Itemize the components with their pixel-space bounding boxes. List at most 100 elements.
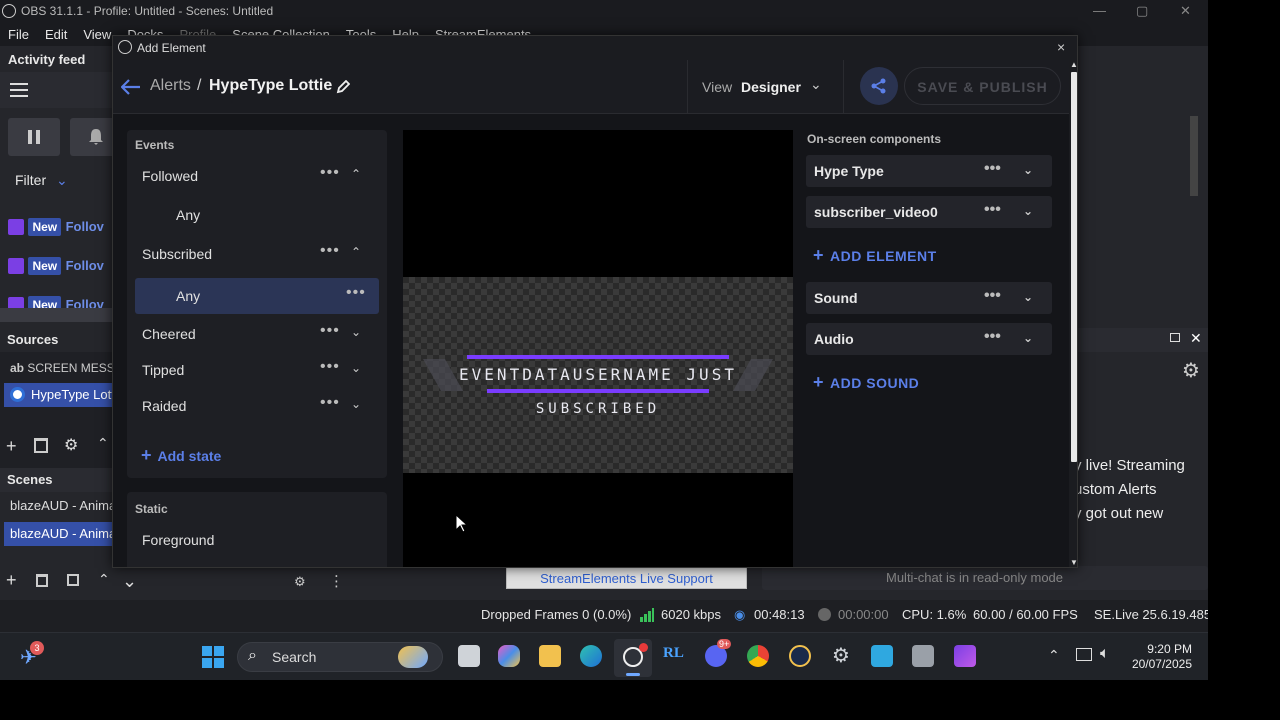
trash-icon[interactable]: [36, 574, 48, 587]
more-options-icon[interactable]: ⋮: [329, 572, 344, 590]
edge-icon[interactable]: [580, 645, 602, 667]
filter-scene-icon[interactable]: [67, 574, 79, 586]
more-options-icon[interactable]: •••: [320, 242, 340, 260]
chevron-up-icon[interactable]: ⌃: [98, 571, 110, 588]
chevron-down-icon[interactable]: ⌄: [351, 397, 361, 411]
app-icon[interactable]: [789, 645, 811, 667]
chevron-down-icon[interactable]: ⌄: [351, 325, 361, 339]
pause-feed-button[interactable]: [8, 118, 60, 156]
more-options-icon[interactable]: •••: [320, 164, 340, 182]
chevron-down-icon[interactable]: ⌄: [1023, 163, 1033, 177]
add-element-button[interactable]: + ADD ELEMENT: [813, 245, 937, 266]
add-scene-button[interactable]: +: [6, 570, 17, 591]
add-sound-button[interactable]: + ADD SOUND: [813, 372, 919, 393]
chevron-down-icon[interactable]: ⌄: [810, 76, 822, 93]
hamburger-menu-icon[interactable]: [10, 83, 28, 97]
chevron-down-icon[interactable]: ⌄: [1023, 290, 1033, 304]
alert-preview-canvas[interactable]: EVENTDATAUSERNAME JUST SUBSCRIBED: [403, 130, 793, 567]
scene-item[interactable]: blazeAUD - Anima: [10, 498, 116, 513]
back-arrow-icon[interactable]: [121, 79, 141, 95]
feed-horizontal-scrollbar[interactable]: [0, 308, 112, 322]
close-window-button[interactable]: ✕: [1180, 3, 1191, 19]
state-any[interactable]: Any: [135, 197, 379, 233]
scene-item-selected[interactable]: blazeAUD - Anima: [4, 522, 116, 546]
menu-file[interactable]: File: [8, 27, 29, 42]
more-options-icon[interactable]: •••: [984, 287, 1001, 305]
component-audio[interactable]: Audio ••• ⌄: [806, 323, 1052, 355]
chevron-down-icon[interactable]: ⌄: [351, 361, 361, 375]
more-options-icon[interactable]: •••: [984, 328, 1001, 346]
app-window-icon[interactable]: [912, 645, 934, 667]
add-state-button[interactable]: + Add state: [141, 445, 221, 466]
more-options-icon[interactable]: •••: [320, 322, 340, 340]
chevron-down-icon[interactable]: ⌄: [1023, 331, 1033, 345]
mixer-settings-icon[interactable]: ⚙: [294, 574, 306, 590]
chrome-icon[interactable]: [747, 645, 769, 667]
component-hype-type[interactable]: Hype Type ••• ⌄: [806, 155, 1052, 187]
dialog-close-button[interactable]: ×: [1057, 39, 1065, 55]
view-mode-select[interactable]: Designer: [741, 79, 801, 95]
network-icon[interactable]: [1076, 648, 1092, 661]
windows-start-icon[interactable]: [202, 646, 224, 668]
breadcrumb-alerts-link[interactable]: Alerts: [150, 77, 191, 95]
settings-gear-icon[interactable]: ⚙: [830, 645, 852, 667]
scroll-up-arrow-icon[interactable]: ▲: [1070, 60, 1077, 69]
task-view-icon[interactable]: [458, 645, 480, 667]
feed-item[interactable]: New Follov: [8, 218, 104, 236]
notepad-icon[interactable]: [871, 645, 893, 667]
chevron-up-icon[interactable]: ⌃: [97, 435, 109, 452]
event-followed[interactable]: Followed ••• ⌃: [135, 158, 379, 194]
chevron-up-icon[interactable]: ⌃: [1048, 647, 1060, 664]
popout-icon[interactable]: [1170, 333, 1180, 342]
feed-item[interactable]: New Follov: [8, 296, 104, 308]
component-sound[interactable]: Sound ••• ⌄: [806, 282, 1052, 314]
chevron-up-icon[interactable]: ⌃: [351, 167, 361, 181]
dialog-scrollbar[interactable]: ▲ ▼: [1069, 60, 1077, 567]
event-raided[interactable]: Raided ••• ⌄: [135, 388, 379, 424]
source-item-selected[interactable]: HypeType Lott: [4, 383, 115, 407]
static-foreground-item[interactable]: Foreground: [142, 532, 214, 548]
more-options-icon[interactable]: •••: [320, 394, 340, 412]
clock[interactable]: 9:20 PM 20/07/2025: [1128, 642, 1192, 672]
share-button[interactable]: [860, 67, 898, 105]
notifications-button[interactable]: [70, 118, 112, 156]
clip-editor-icon[interactable]: [954, 645, 976, 667]
rl-app-icon[interactable]: RL: [663, 645, 685, 667]
gear-icon[interactable]: ⚙: [64, 435, 78, 455]
more-options-icon[interactable]: •••: [984, 201, 1001, 219]
minimize-button[interactable]: —: [1093, 3, 1106, 18]
filter-dropdown[interactable]: Filter ⌄: [15, 172, 68, 189]
feed-item[interactable]: New Follov: [8, 257, 104, 275]
chevron-up-icon[interactable]: ⌃: [351, 245, 361, 259]
chevron-down-icon[interactable]: ⌄: [122, 571, 137, 592]
event-cheered[interactable]: Cheered ••• ⌄: [135, 316, 379, 352]
more-options-icon[interactable]: •••: [346, 284, 366, 302]
scroll-down-arrow-icon[interactable]: ▼: [1070, 558, 1077, 567]
add-source-button[interactable]: +: [6, 436, 17, 457]
pause-icon: [28, 130, 40, 144]
menu-view[interactable]: View: [83, 27, 111, 42]
volume-icon[interactable]: 🔈︎: [1100, 645, 1110, 663]
trash-icon[interactable]: [34, 438, 48, 453]
scrollbar-thumb[interactable]: [1071, 72, 1077, 462]
live-support-button[interactable]: StreamElements Live Support: [506, 567, 747, 589]
state-any-selected[interactable]: Any •••: [135, 278, 379, 314]
component-subscriber-video[interactable]: subscriber_video0 ••• ⌄: [806, 196, 1052, 228]
event-subscribed[interactable]: Subscribed ••• ⌃: [135, 236, 379, 272]
more-options-icon[interactable]: •••: [320, 358, 340, 376]
save-publish-button[interactable]: SAVE & PUBLISH: [904, 67, 1061, 105]
taskbar-search-box[interactable]: ⌕ Search: [237, 642, 443, 672]
right-scrollbar[interactable]: [1190, 116, 1198, 196]
chevron-down-icon[interactable]: ⌄: [1023, 204, 1033, 218]
source-item[interactable]: ab SCREEN MESS: [10, 361, 115, 375]
more-options-icon[interactable]: •••: [984, 160, 1001, 178]
menu-edit[interactable]: Edit: [45, 27, 67, 42]
obs-taskbar-active[interactable]: [614, 639, 652, 677]
chat-settings-gear-icon[interactable]: ⚙: [1182, 358, 1200, 383]
maximize-button[interactable]: ▢: [1136, 3, 1148, 19]
event-tipped[interactable]: Tipped ••• ⌄: [135, 352, 379, 388]
close-dock-icon[interactable]: ✕: [1190, 330, 1202, 347]
pencil-edit-icon[interactable]: [336, 80, 350, 94]
copilot-icon[interactable]: [498, 645, 520, 667]
file-explorer-icon[interactable]: [539, 645, 561, 667]
